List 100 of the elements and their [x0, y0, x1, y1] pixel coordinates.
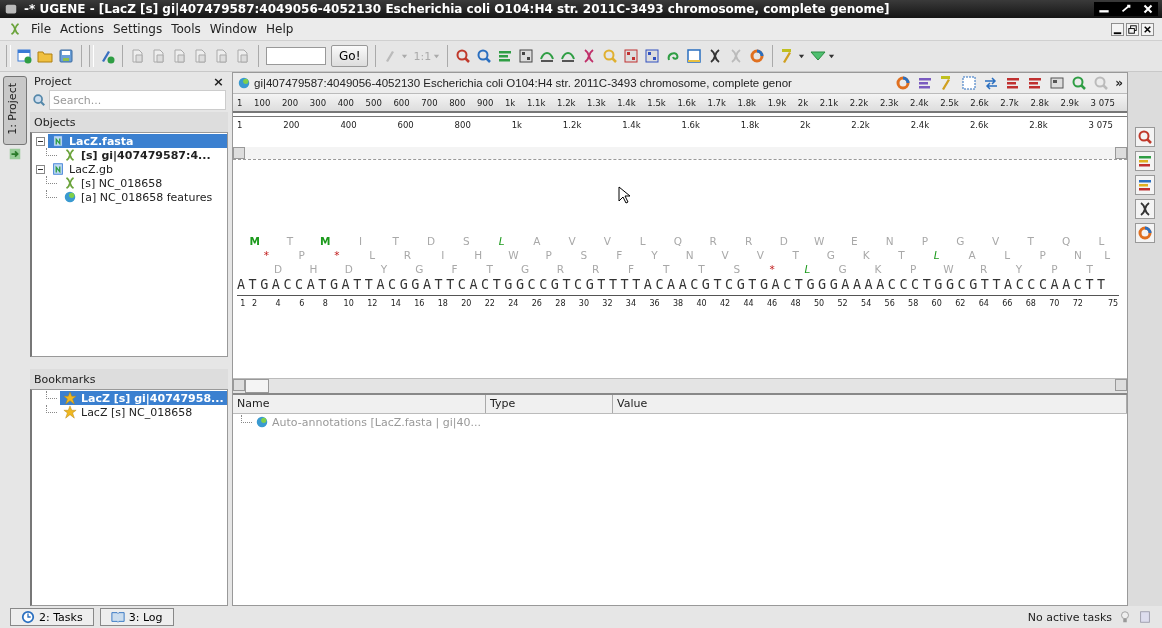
ruler-label: 58 [907, 299, 920, 310]
lines-icon[interactable] [1135, 151, 1155, 171]
ruler-label: 1.3k [587, 97, 606, 108]
amino-acid: W [942, 262, 955, 276]
menu-item[interactable]: Tools [171, 22, 201, 36]
amino-acid: T [1026, 234, 1035, 248]
close-button[interactable] [1141, 22, 1154, 36]
lens-icon[interactable] [1071, 75, 1088, 91]
lens-icon[interactable] [1135, 127, 1155, 147]
ruler-label: 400 [337, 97, 354, 108]
tree-item[interactable]: LacZ.gb [48, 162, 227, 176]
panel-tab[interactable]: 2: Tasks [10, 608, 94, 626]
ruler-label: 600 [397, 120, 414, 130]
amino-acid: * [768, 262, 776, 276]
amino-acid: L [803, 262, 812, 276]
tree-item[interactable]: [s] gi|407479587:4... [81, 148, 211, 162]
horizontal-scrollbar[interactable] [233, 147, 1127, 159]
horizontal-scrollbar[interactable] [233, 378, 1127, 393]
menu-item[interactable]: Help [266, 22, 294, 36]
amino-acid: K [861, 248, 871, 262]
menu-item[interactable]: Settings [112, 22, 163, 36]
lens-icon[interactable] [476, 48, 493, 64]
lines-icon[interactable] [1005, 75, 1022, 91]
lens-icon[interactable] [455, 48, 472, 64]
minimize-button[interactable] [1111, 22, 1124, 36]
ruler-label: 500 [365, 97, 382, 108]
clock-icon [21, 610, 35, 624]
ruler-label: 1 [237, 97, 243, 108]
tree-item[interactable]: [s] NC_018658 [81, 176, 163, 190]
grid-icon[interactable] [644, 48, 661, 64]
amino-acid: Y [379, 262, 389, 276]
bars-icon[interactable] [917, 75, 934, 91]
ruler-label: 1k [511, 120, 522, 130]
collapse-toggle[interactable] [36, 164, 45, 174]
bookmark-item[interactable]: LacZ [s] NC_018658 [60, 405, 227, 419]
ruler-label: 2.4k [910, 120, 930, 130]
book-icon [110, 610, 125, 624]
ruler-label: 2.5k [940, 97, 959, 108]
bulb-icon [1118, 610, 1132, 624]
document-icon [51, 134, 65, 148]
menu-item[interactable]: Actions [60, 22, 104, 36]
ring-icon[interactable] [1135, 223, 1155, 243]
ruler-label: 2k [800, 120, 811, 130]
bars-icon[interactable] [1135, 175, 1155, 195]
amino-acid: W [507, 248, 520, 262]
caret-icon[interactable] [798, 52, 806, 60]
arrows-icon[interactable] [983, 75, 1000, 91]
square-icon[interactable] [1049, 75, 1066, 91]
lines-icon[interactable] [1027, 75, 1044, 91]
ruler-label: 64 [977, 299, 990, 310]
amino-acid: P [1038, 248, 1047, 262]
column-header[interactable]: Value [613, 395, 1127, 413]
ring-icon[interactable] [749, 48, 766, 64]
dna-icon [63, 148, 77, 162]
ring-icon[interactable] [895, 75, 912, 91]
column-header[interactable]: Type [486, 395, 613, 413]
amino-acid: V [602, 234, 613, 248]
amino-acid: G [414, 262, 425, 276]
ruler-label: 22 [483, 299, 496, 310]
amino-acid: Y [1014, 262, 1024, 276]
amino-acid: V [755, 248, 765, 262]
amino-acid: P [1050, 262, 1059, 276]
section-header: Bookmarks [30, 369, 228, 389]
column-header[interactable]: Name [233, 395, 486, 413]
caret-icon[interactable] [828, 52, 836, 60]
ruler-label: 1.2k [557, 97, 576, 108]
ruler-label: 54 [860, 299, 873, 310]
sequence-title: gi|407479587:4049056-4052130 Escherichia coli O104:H4 str. 2011C-3493 chromosome, complete genor [254, 77, 792, 89]
tree-item[interactable]: LacZ.fasta [48, 134, 227, 148]
panel-tab[interactable]: 3: Log [99, 608, 174, 626]
grid-icon[interactable] [623, 48, 640, 64]
amino-acid: S [461, 234, 471, 248]
go-button[interactable]: Go! [331, 45, 369, 67]
restore-button[interactable] [1126, 22, 1139, 36]
amino-acid: P [920, 234, 930, 248]
page-plus-icon[interactable] [16, 48, 32, 64]
position-field[interactable] [266, 47, 326, 65]
ruler-label: 600 [393, 97, 410, 108]
side-tab[interactable]: 1: Project [3, 76, 27, 145]
folder-icon[interactable] [37, 48, 53, 64]
dna-icon[interactable] [1135, 199, 1155, 219]
ruler-label: 2.4k [910, 97, 929, 108]
ruler-label: 2.9k [1060, 97, 1079, 108]
search-field[interactable]: Search... [49, 90, 226, 110]
tree-item[interactable]: [a] NC_018658 features [81, 190, 213, 204]
grid-icon[interactable] [518, 48, 535, 64]
pencil-plus-icon[interactable] [99, 48, 115, 64]
menu-item[interactable]: File [31, 22, 52, 36]
ruler-label: 38 [672, 299, 684, 310]
more-button[interactable]: » [1115, 76, 1123, 90]
ruler-label: 6 [298, 299, 306, 310]
ruler-label: 14 [389, 299, 402, 310]
ruler-label: 2.2k [851, 120, 870, 130]
ruler-label: 8 [321, 299, 329, 310]
collapse-toggle[interactable] [36, 136, 45, 146]
close-button[interactable]: × [213, 73, 224, 89]
menu-item[interactable]: Window [209, 22, 258, 36]
amino-acid: G [825, 248, 836, 262]
ruler-label: 72 [1071, 299, 1084, 310]
star-icon [63, 391, 77, 405]
